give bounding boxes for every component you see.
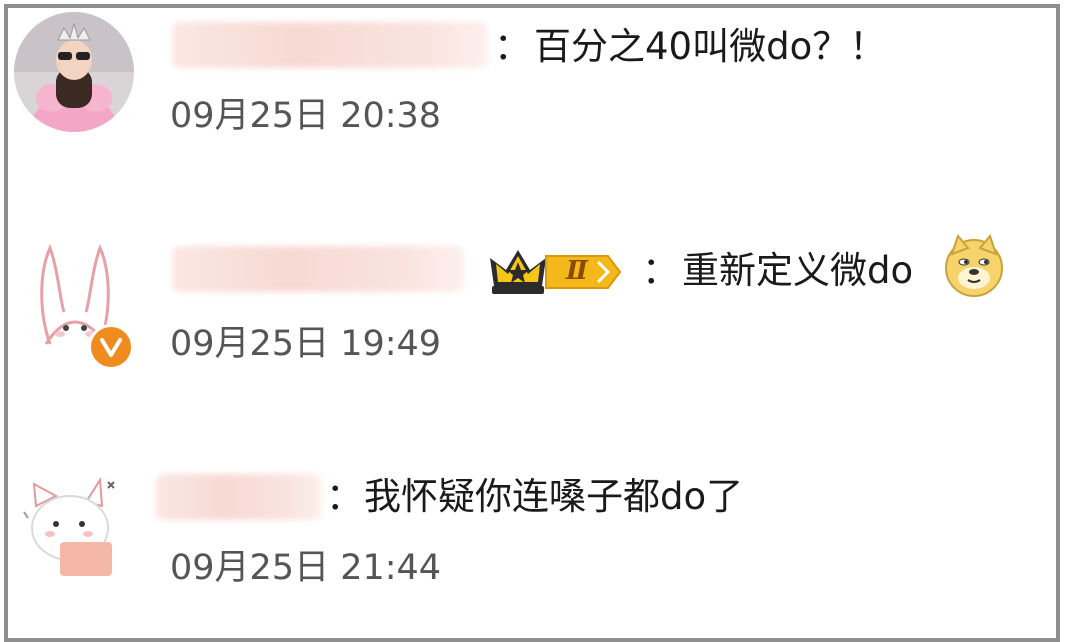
comment-timestamp: 09月25日 20:38 xyxy=(170,96,442,136)
comment-timestamp: 09月25日 19:49 xyxy=(170,324,442,364)
username-redacted[interactable] xyxy=(172,22,488,68)
user-avatar[interactable] xyxy=(16,466,136,586)
crown-level-badge: Ⅱ xyxy=(488,246,624,298)
comment-timestamp: 09月25日 21:44 xyxy=(170,548,442,588)
comment-text: 我怀疑你连嗓子都do了 xyxy=(364,475,744,518)
comment-text: 重新定义微do xyxy=(682,249,914,292)
crown-level-label: Ⅱ xyxy=(566,256,588,286)
comment-separator: ： xyxy=(494,25,531,68)
comment-separator: ： xyxy=(326,475,363,518)
comments-panel: ： 百分之40叫微do？！ 09月25日 20:38 Ⅱ ： 重新定义微do 0… xyxy=(4,4,1060,642)
cat-avatar xyxy=(23,476,115,576)
comment-separator: ： xyxy=(642,249,679,292)
username-redacted[interactable] xyxy=(156,474,322,520)
username-redacted[interactable] xyxy=(172,246,464,292)
comment-text: 百分之40叫微do？！ xyxy=(534,25,887,68)
user-avatar[interactable] xyxy=(14,12,134,132)
verified-v-icon xyxy=(88,324,134,370)
tiara-girl-avatar xyxy=(14,12,134,132)
doge-emoji xyxy=(942,233,1006,298)
